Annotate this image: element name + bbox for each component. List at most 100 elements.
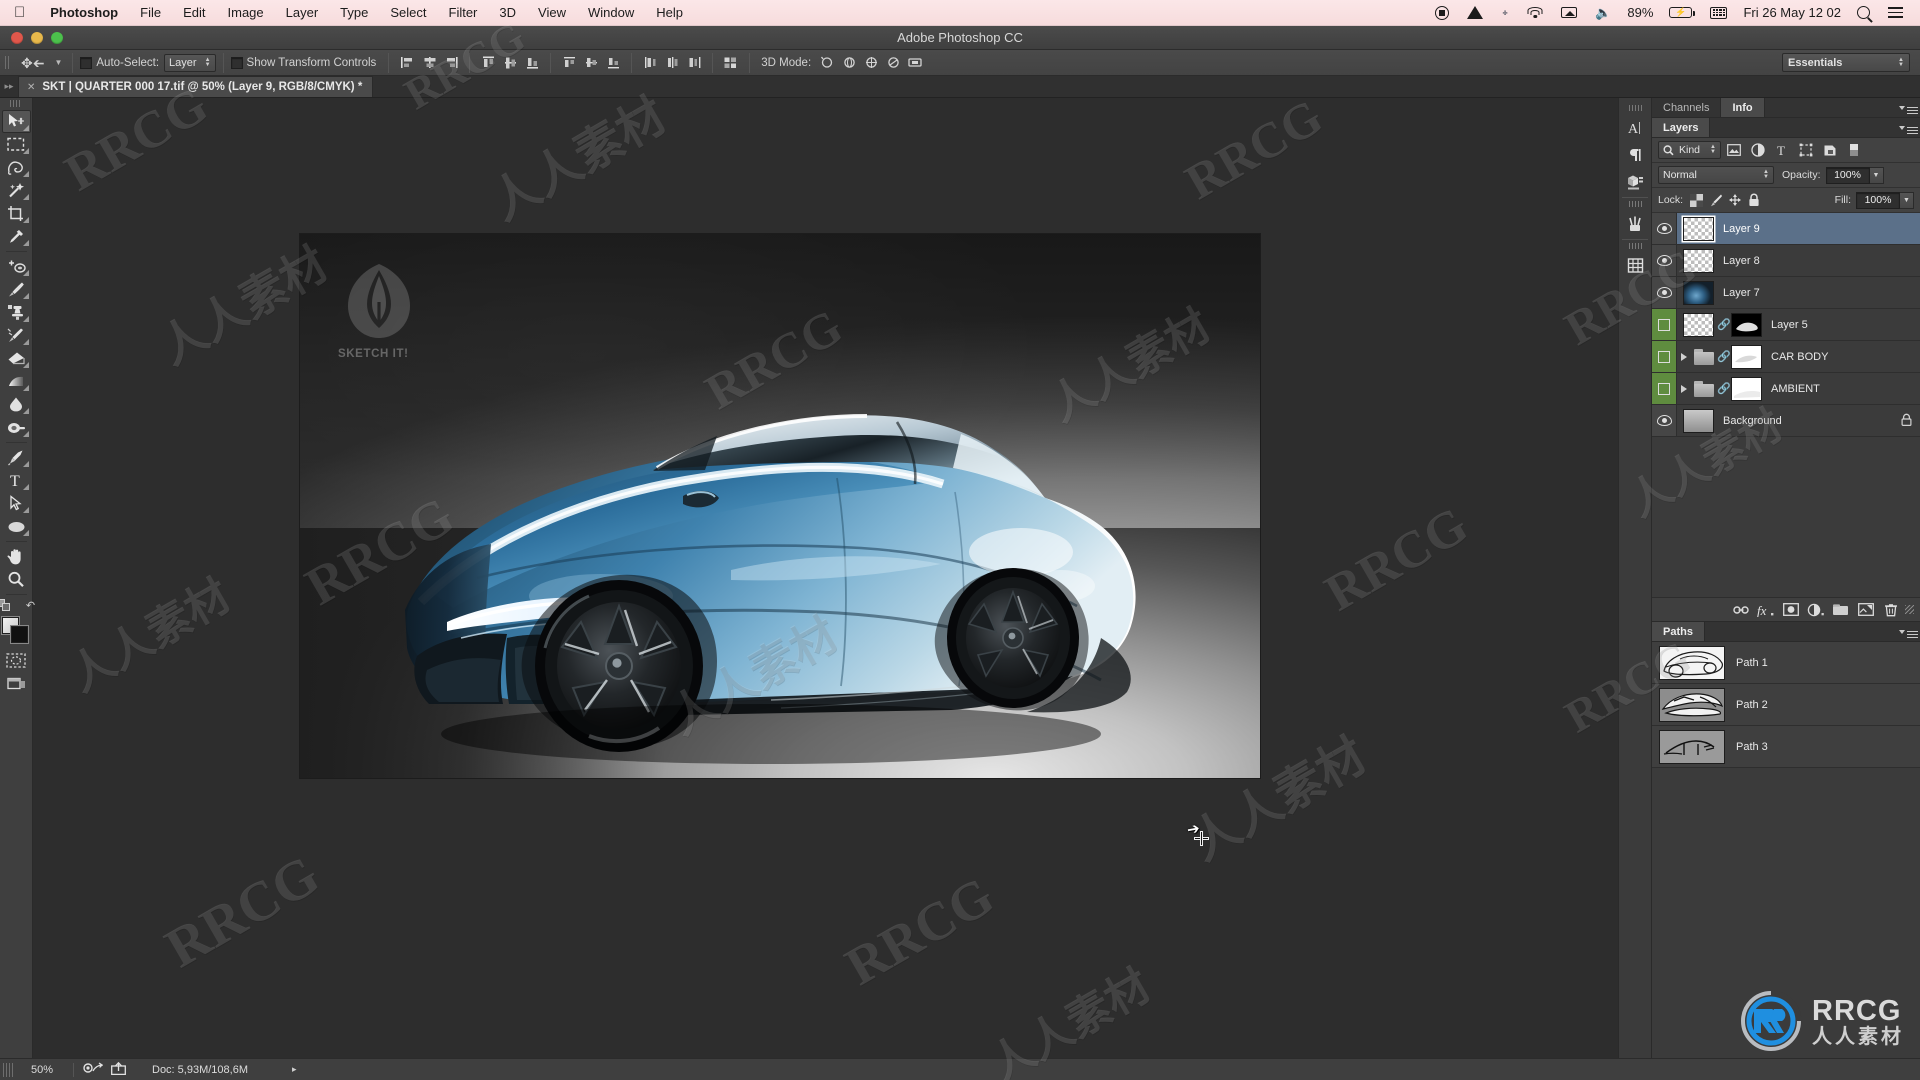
- hand-tool[interactable]: [2, 545, 31, 568]
- new-layer-icon[interactable]: [1853, 599, 1878, 621]
- group-expand-triangle-icon[interactable]: [1681, 352, 1687, 361]
- lock-transparent-pixels-icon[interactable]: [1687, 191, 1706, 209]
- rail-grip[interactable]: [1628, 243, 1642, 249]
- tab-scroll-icon[interactable]: ▸▸: [0, 75, 18, 97]
- expand-arrow-icon[interactable]: ▸: [292, 1064, 297, 1075]
- gradient-tool[interactable]: [2, 370, 31, 393]
- tab-info[interactable]: Info: [1721, 98, 1765, 117]
- filter-toggle-icon[interactable]: [1843, 141, 1865, 160]
- layer-filter-kind-select[interactable]: Kind ▲ ▼: [1658, 141, 1721, 159]
- table-row[interactable]: Layer 9: [1652, 213, 1920, 245]
- tab-paths[interactable]: Paths: [1652, 622, 1705, 641]
- properties-panel-icon[interactable]: [1620, 252, 1650, 279]
- align-left-edges-button[interactable]: [397, 53, 417, 73]
- screen-mode-icon[interactable]: [2, 672, 31, 695]
- brush-tool[interactable]: [2, 278, 31, 301]
- magic-wand-tool[interactable]: [2, 179, 31, 202]
- fill-value-field[interactable]: 100%: [1856, 191, 1900, 209]
- menu-view[interactable]: View: [527, 5, 577, 20]
- table-row[interactable]: Layer 7: [1652, 277, 1920, 309]
- panel-menu-icon[interactable]: [1896, 98, 1920, 117]
- opacity-slider-arrow[interactable]: ▼: [1869, 166, 1884, 184]
- menu-bar-clock[interactable]: Fri 26 May 12 02: [1736, 5, 1848, 20]
- record-icon[interactable]: [1426, 5, 1458, 20]
- lasso-tool[interactable]: [2, 156, 31, 179]
- options-bar-grip[interactable]: [2, 52, 14, 73]
- airplay-icon[interactable]: [1552, 7, 1586, 18]
- battery-percent[interactable]: 89%: [1620, 5, 1660, 20]
- rail-grip[interactable]: [1628, 201, 1642, 207]
- filter-type-icon[interactable]: T: [1771, 141, 1793, 160]
- distribute-horizontal-centers-button[interactable]: [662, 53, 682, 73]
- document-tab[interactable]: ✕ SKT | QUARTER 000 17.tif @ 50% (Layer …: [18, 76, 374, 97]
- layers-panel-empty-space[interactable]: [1652, 437, 1920, 597]
- group-mask-thumbnail[interactable]: [1731, 376, 1762, 401]
- menu-filter[interactable]: Filter: [438, 5, 489, 20]
- table-row[interactable]: Layer 8: [1652, 245, 1920, 277]
- spot-healing-brush-tool[interactable]: [2, 255, 31, 278]
- mask-link-icon[interactable]: 🔗: [1717, 318, 1731, 331]
- canvas-area[interactable]: SKETCH IT! ➔: [33, 98, 1618, 1058]
- blur-tool[interactable]: [2, 393, 31, 416]
- distribute-top-edges-button[interactable]: [559, 53, 579, 73]
- layer-visibility-toggle[interactable]: [1652, 213, 1677, 244]
- menu-file[interactable]: File: [129, 5, 172, 20]
- add-layer-style-icon[interactable]: fx: [1753, 599, 1778, 621]
- paragraph-panel-icon[interactable]: [1620, 141, 1650, 168]
- layer-thumbnail[interactable]: [1683, 280, 1714, 305]
- show-transform-controls-checkbox[interactable]: [230, 56, 243, 69]
- layer-thumbnail[interactable]: [1683, 408, 1714, 433]
- crop-tool[interactable]: [2, 202, 31, 225]
- menu-help[interactable]: Help: [645, 5, 694, 20]
- align-bottom-edges-button[interactable]: [522, 53, 542, 73]
- battery-charging-icon[interactable]: ⚡: [1660, 7, 1701, 18]
- clone-stamp-tool[interactable]: [2, 301, 31, 324]
- distribute-right-edges-button[interactable]: [684, 53, 704, 73]
- paths-panel-empty-space[interactable]: [1652, 768, 1920, 998]
- new-group-icon[interactable]: [1828, 599, 1853, 621]
- zoom-level[interactable]: 50%: [19, 1064, 65, 1076]
- scale-3d-button[interactable]: [905, 53, 925, 73]
- tab-layers[interactable]: Layers: [1652, 118, 1711, 137]
- menu-3d[interactable]: 3D: [488, 5, 527, 20]
- lock-image-pixels-icon[interactable]: [1706, 191, 1725, 209]
- align-vertical-centers-button[interactable]: [500, 53, 520, 73]
- table-row[interactable]: 🔗 CAR BODY: [1652, 341, 1920, 373]
- zoom-tool[interactable]: [2, 568, 31, 591]
- status-bar-grip[interactable]: [3, 1062, 14, 1077]
- background-color-swatch[interactable]: [11, 626, 28, 643]
- quick-mask-icon[interactable]: [2, 649, 31, 672]
- layer-visibility-toggle[interactable]: [1652, 277, 1677, 308]
- opacity-value-field[interactable]: 100%: [1825, 166, 1870, 184]
- tab-channels[interactable]: Channels: [1652, 98, 1722, 117]
- menu-window[interactable]: Window: [577, 5, 645, 20]
- align-horizontal-centers-button[interactable]: [419, 53, 439, 73]
- path-thumbnail[interactable]: [1659, 645, 1725, 680]
- blend-mode-select[interactable]: Normal ▲ ▼: [1658, 166, 1774, 184]
- slide-3d-button[interactable]: [883, 53, 903, 73]
- drag-3d-button[interactable]: [861, 53, 881, 73]
- move-tool[interactable]: [1, 110, 31, 133]
- path-selection-tool[interactable]: [2, 492, 31, 515]
- camera-raw-icon[interactable]: [82, 1062, 105, 1077]
- color-swatches[interactable]: [2, 617, 30, 643]
- lock-all-icon[interactable]: [1744, 191, 1763, 209]
- ellipse-tool[interactable]: [2, 515, 31, 538]
- eyedropper-tool[interactable]: [2, 225, 31, 248]
- path-thumbnail[interactable]: [1659, 687, 1725, 722]
- path-thumbnail[interactable]: [1659, 729, 1725, 764]
- table-row[interactable]: 🔗 AMBIENT: [1652, 373, 1920, 405]
- lock-position-icon[interactable]: [1725, 191, 1744, 209]
- layer-thumbnail[interactable]: [1683, 312, 1714, 337]
- layer-mask-thumbnail[interactable]: [1731, 312, 1762, 337]
- swap-colors-icon[interactable]: ↶: [26, 599, 35, 612]
- pen-tool[interactable]: [2, 446, 31, 469]
- layers-panel-menu-icon[interactable]: [1896, 118, 1920, 137]
- list-item[interactable]: Path 3: [1652, 726, 1920, 768]
- bluetooth-icon[interactable]: ᛭: [1492, 5, 1518, 21]
- layer-thumbnail[interactable]: [1683, 248, 1714, 273]
- delete-layer-icon[interactable]: [1878, 599, 1903, 621]
- group-mask-thumbnail[interactable]: [1731, 344, 1762, 369]
- layer-thumbnail[interactable]: [1683, 216, 1714, 241]
- list-item[interactable]: Path 2: [1652, 684, 1920, 726]
